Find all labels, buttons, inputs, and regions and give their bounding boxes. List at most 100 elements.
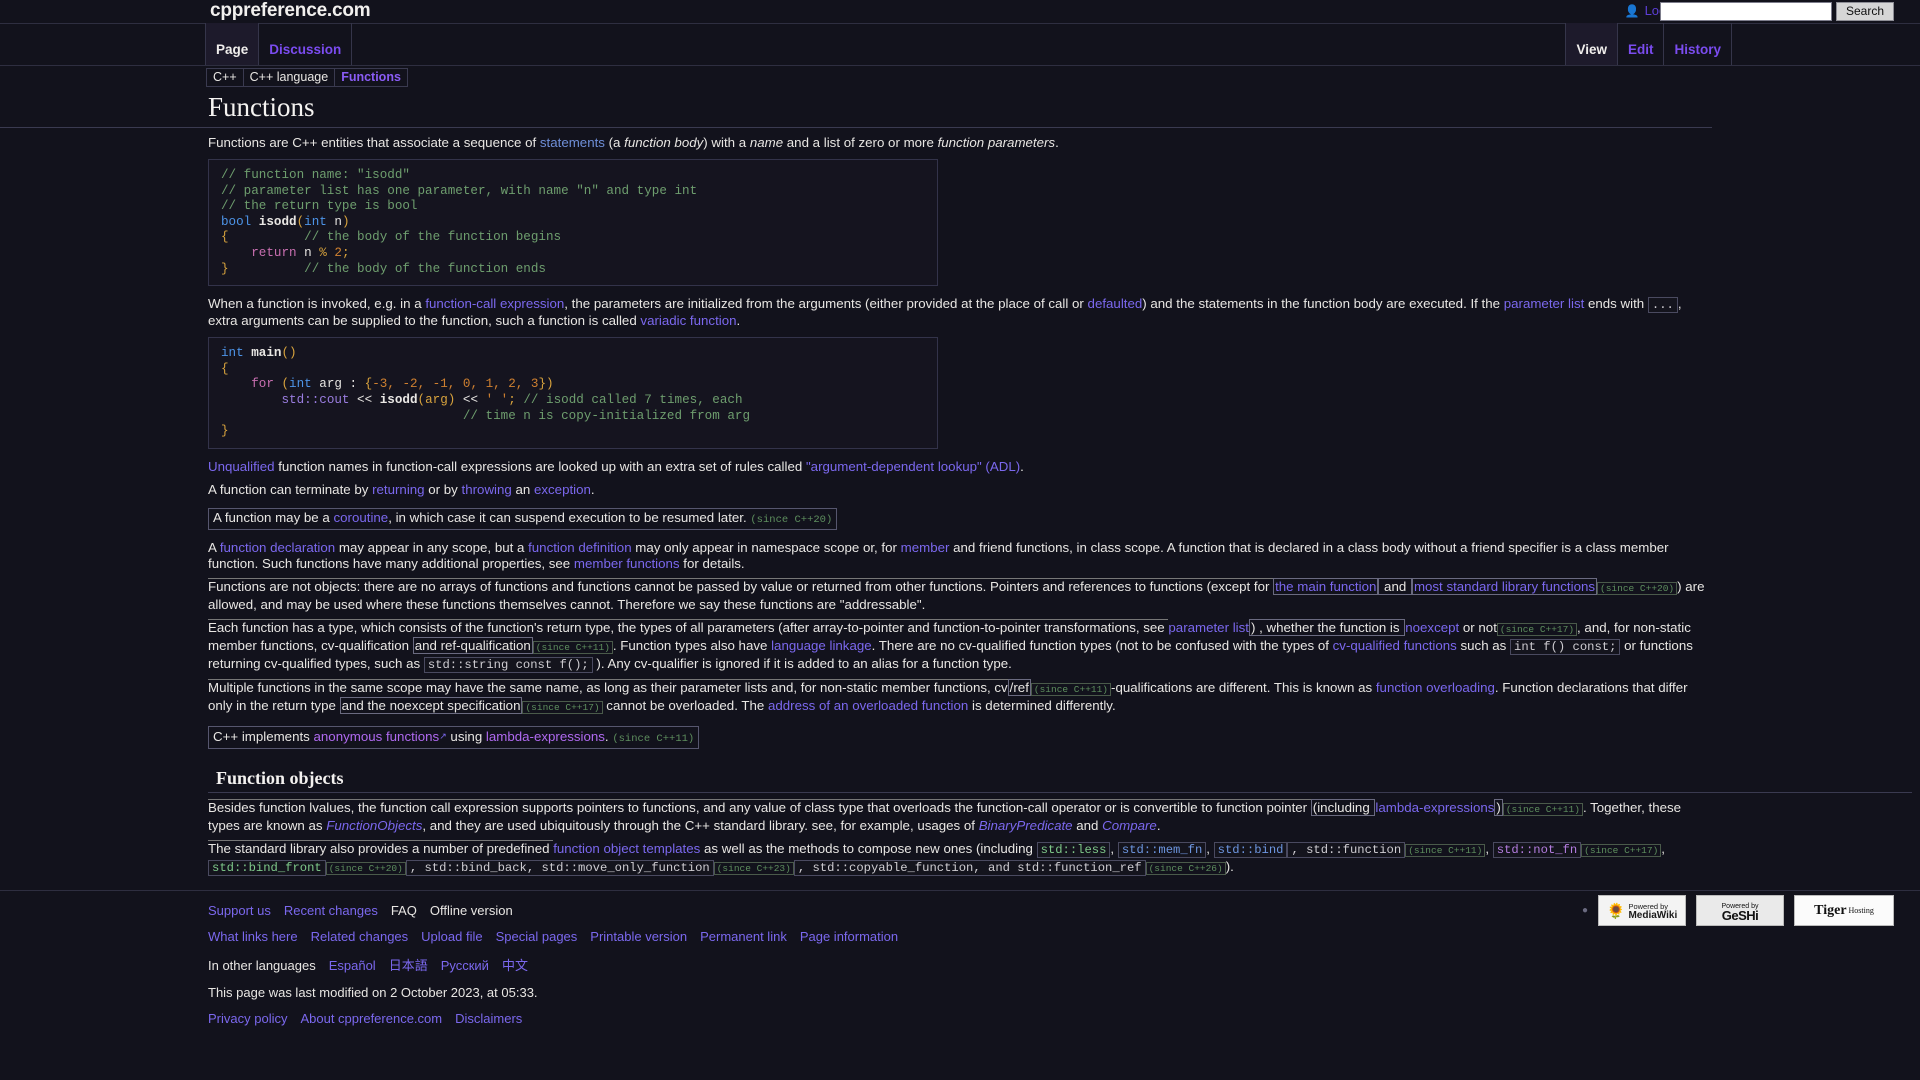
link-function-objects[interactable]: FunctionObjects	[326, 818, 422, 833]
footer-link-privacy-policy[interactable]: Privacy policy	[208, 1011, 287, 1026]
link-language-linkage[interactable]: language linkage	[771, 638, 872, 653]
link-member-functions[interactable]: member functions	[574, 556, 680, 571]
code2-shift2: <<	[455, 392, 486, 407]
code1-keyword-bool: bool	[221, 214, 252, 229]
link-main-function[interactable]: the main function	[1273, 577, 1379, 595]
terminate-text-b: or by	[424, 481, 462, 497]
stdlib-text-end: ).	[1225, 858, 1234, 874]
since-cpp11-badge: (since C++11)	[532, 640, 613, 654]
declaration-text-e: for details.	[679, 555, 745, 571]
code-std-mem-fn[interactable]: std::mem_fn	[1122, 843, 1202, 857]
link-function-declaration[interactable]: function declaration	[220, 540, 335, 555]
invoked-paragraph: When a function is invoked, e.g. in a fu…	[208, 296, 1708, 329]
link-throwing[interactable]: throwing	[462, 482, 512, 497]
code2-std-cout: std::cout	[281, 392, 350, 407]
link-lambda-expressions[interactable]: lambda-expressions	[486, 729, 605, 744]
link-statements[interactable]: statements	[540, 135, 605, 150]
inline-code-int-f-const: int f() const;	[1510, 638, 1621, 655]
code-std-less[interactable]: std::less	[1041, 843, 1107, 857]
link-member[interactable]: member	[901, 540, 950, 555]
code2-char-literal: ' '	[485, 392, 509, 407]
footer-link-support-us[interactable]: Support us	[208, 903, 271, 918]
link-most-standard-library-functions[interactable]: most standard library functions	[1411, 577, 1598, 595]
footer-link-recent-changes[interactable]: Recent changes	[284, 903, 378, 918]
code-std-bind[interactable]: std::bind	[1218, 843, 1284, 857]
footer-text-offline-version[interactable]: Offline version	[430, 903, 513, 918]
footer-link-printable-version[interactable]: Printable version	[590, 929, 687, 944]
footer-language-espanol[interactable]: Español	[329, 958, 376, 973]
link-coroutine[interactable]: coroutine	[333, 510, 388, 525]
footer-link-page-information[interactable]: Page information	[800, 929, 898, 944]
breadcrumb-item-cpp-language[interactable]: C++ language	[244, 69, 336, 86]
link-exception[interactable]: exception	[534, 482, 591, 497]
geshi-badge[interactable]: Powered by GeSHi	[1696, 895, 1784, 926]
code1-brace-close: }	[221, 261, 229, 276]
code2-init-values: -3, -2, -1, 0, 1, 2, 3	[372, 377, 539, 392]
mediawiki-badge[interactable]: 🌻 Powered by MediaWiki	[1598, 895, 1686, 926]
tab-edit[interactable]: Edit	[1616, 23, 1665, 65]
intro-text-e: .	[1055, 135, 1059, 150]
link-lambda-expressions-2[interactable]: lambda-expressions	[1375, 800, 1494, 815]
tiger-hosting-badge[interactable]: Tiger Hosting	[1794, 895, 1894, 926]
link-adl[interactable]: "argument-dependent lookup" (ADL)	[806, 459, 1020, 474]
code2-shift1: <<	[349, 392, 380, 407]
search-input[interactable]	[1659, 2, 1832, 21]
footer-language-russian[interactable]: Русский	[441, 958, 489, 973]
overloading-text-a: Multiple functions in the same scope may…	[208, 678, 1008, 695]
link-returning[interactable]: returning	[372, 482, 424, 497]
link-cv-qualified-functions[interactable]: cv-qualified functions	[1333, 638, 1457, 653]
footer-link-special-pages[interactable]: Special pages	[496, 929, 578, 944]
link-unqualified[interactable]: Unqualified	[208, 459, 275, 474]
link-function-object-templates[interactable]: function object templates	[553, 841, 700, 856]
code1-line3: // the return type is bool	[221, 199, 418, 214]
code1-keyword-int: int	[304, 214, 327, 229]
link-noexcept[interactable]: noexcept	[1405, 620, 1459, 635]
link-variadic-function[interactable]: variadic function	[640, 313, 736, 328]
code-std-not-fn[interactable]: std::not_fn	[1497, 843, 1577, 857]
action-tabs: View Edit History	[1565, 23, 1732, 65]
intro-italic-function-parameters: function parameters	[937, 135, 1056, 150]
overloading-text-b: -qualifications are different. This is k…	[1111, 679, 1376, 695]
footer-language-chinese[interactable]: 中文	[502, 955, 528, 974]
code-std-bind-front[interactable]: std::bind_front	[212, 861, 322, 875]
footer-language-japanese[interactable]: 日本語	[389, 955, 428, 974]
footer-link-what-links-here[interactable]: What links here	[208, 929, 298, 944]
coroutine-paragraph: A function may be a coroutine, in which …	[208, 505, 1708, 533]
besides-paragraph: Besides function lvalues, the function c…	[208, 798, 1708, 834]
since-cpp11-badge-5: (since C++11)	[1405, 843, 1486, 857]
link-defaulted[interactable]: defaulted	[1088, 296, 1143, 311]
code2-comment-2: // time n is copy-initialized from arg	[462, 408, 751, 423]
code-block-isodd: // function name: "isodd" // parameter l…	[208, 159, 938, 287]
tab-page[interactable]: Page	[205, 23, 260, 65]
breadcrumb-item-cpp[interactable]: C++	[207, 69, 244, 86]
tab-view[interactable]: View	[1565, 23, 1618, 65]
footer-link-disclaimers[interactable]: Disclaimers	[455, 1011, 522, 1026]
stdlib-sep-1: ,	[1110, 840, 1118, 856]
declaration-paragraph: A function declaration may appear in any…	[208, 540, 1708, 572]
footer-link-upload-file[interactable]: Upload file	[421, 929, 482, 944]
hastype-text-a: Each function has a type, which consists…	[208, 618, 1169, 635]
footer-link-permanent-link[interactable]: Permanent link	[700, 929, 787, 944]
link-parameter-list-2[interactable]: parameter list	[1168, 620, 1249, 635]
declaration-text-c: may only appear in namespace scope or, f…	[631, 539, 901, 555]
link-parameter-list[interactable]: parameter list	[1504, 296, 1585, 311]
link-compare[interactable]: Compare	[1102, 818, 1157, 833]
footer-link-about[interactable]: About cppreference.com	[300, 1011, 442, 1026]
inline-code-std-string-const-f: std::string const f();	[423, 656, 593, 673]
link-function-overloading[interactable]: function overloading	[1376, 680, 1495, 695]
tab-discussion[interactable]: Discussion	[258, 23, 353, 65]
adl-text-a: function names in function-call expressi…	[274, 458, 806, 474]
tab-history[interactable]: History	[1663, 23, 1732, 65]
intro-italic-function-body: function body	[624, 135, 704, 150]
terminate-paragraph: A function can terminate by returning or…	[208, 482, 1708, 498]
footer-link-related-changes[interactable]: Related changes	[311, 929, 409, 944]
link-anonymous-functions[interactable]: anonymous functions	[314, 729, 440, 744]
link-function-definition[interactable]: function definition	[528, 540, 632, 555]
search-button[interactable]: Search	[1835, 2, 1894, 21]
link-binary-predicate[interactable]: BinaryPredicate	[979, 818, 1073, 833]
revision-box-coroutine: A function may be a coroutine, in which …	[208, 507, 838, 530]
code2-brace-open: {	[221, 361, 229, 376]
link-function-call-expression[interactable]: function-call expression	[425, 296, 564, 311]
link-address-of-overloaded-function[interactable]: address of an overloaded function	[768, 698, 968, 713]
footer-text-faq[interactable]: FAQ	[391, 903, 417, 918]
